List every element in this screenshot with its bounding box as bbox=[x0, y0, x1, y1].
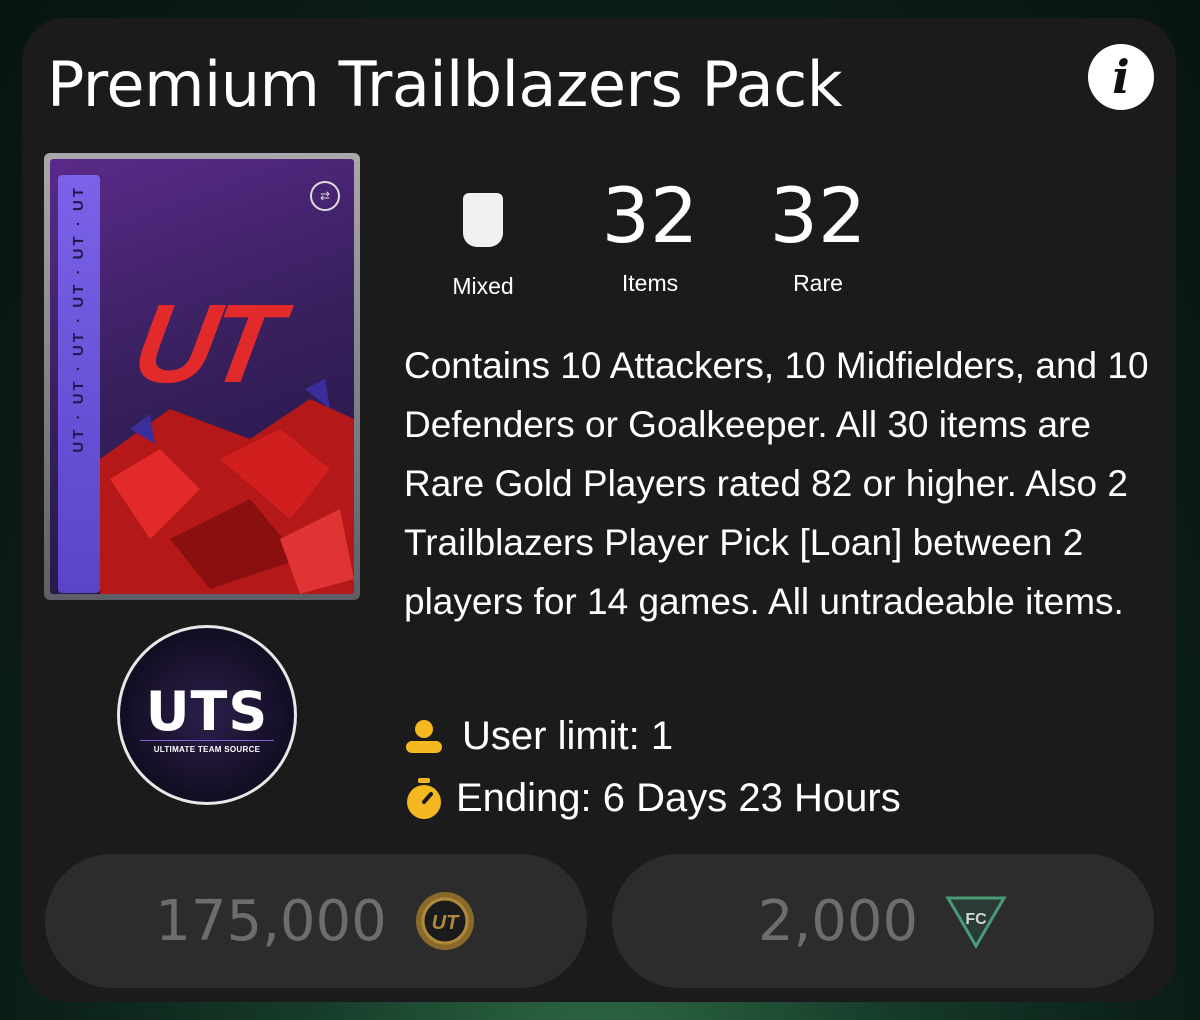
stat-rare: 32 Rare bbox=[769, 171, 867, 297]
pack-artwork: UT · UT · UT · UT · UT · UT ⇄ UT bbox=[44, 153, 360, 600]
pack-title: Premium Trailblazers Pack bbox=[47, 48, 843, 121]
info-icon: i bbox=[1112, 50, 1130, 104]
shield-icon bbox=[463, 193, 503, 247]
info-button[interactable]: i bbox=[1088, 44, 1154, 110]
pack-description: Contains 10 Attackers, 10 Midfielders, a… bbox=[404, 345, 1149, 622]
svg-text:FC: FC bbox=[965, 911, 987, 928]
untradeable-icon: ⇄ bbox=[310, 181, 340, 211]
user-limit: User limit: 1 bbox=[404, 714, 673, 759]
stat-mixed: Mixed bbox=[428, 193, 538, 300]
stopwatch-icon bbox=[407, 777, 441, 819]
coin-icon: UT bbox=[415, 892, 474, 950]
fc-points-icon: FC bbox=[945, 896, 1007, 949]
ending-time: Ending: 6 Days 23 Hours bbox=[404, 776, 901, 821]
store-pack-panel: Premium Trailblazers Pack i UT · UT · UT… bbox=[22, 18, 1176, 1002]
buy-points-button[interactable]: 2,000 FC bbox=[612, 854, 1154, 988]
points-price: 2,000 bbox=[757, 888, 919, 954]
svg-text:UT: UT bbox=[431, 912, 459, 934]
uts-watermark: UTS ULTIMATE TEAM SOURCE bbox=[117, 625, 297, 805]
stat-items: 32 Items bbox=[601, 171, 699, 297]
uts-watermark-subtitle: ULTIMATE TEAM SOURCE bbox=[153, 745, 261, 754]
ut-logo: UT bbox=[124, 281, 285, 406]
pack-side-stripe: UT · UT · UT · UT · UT · UT bbox=[58, 175, 100, 593]
uts-watermark-text: UTS bbox=[145, 680, 269, 743]
ending-text: Ending: 6 Days 23 Hours bbox=[456, 776, 901, 820]
user-icon bbox=[406, 719, 442, 753]
user-limit-text: User limit: 1 bbox=[462, 714, 674, 758]
buy-coins-button[interactable]: 175,000 UT bbox=[45, 854, 587, 988]
coins-price: 175,000 bbox=[155, 888, 387, 954]
